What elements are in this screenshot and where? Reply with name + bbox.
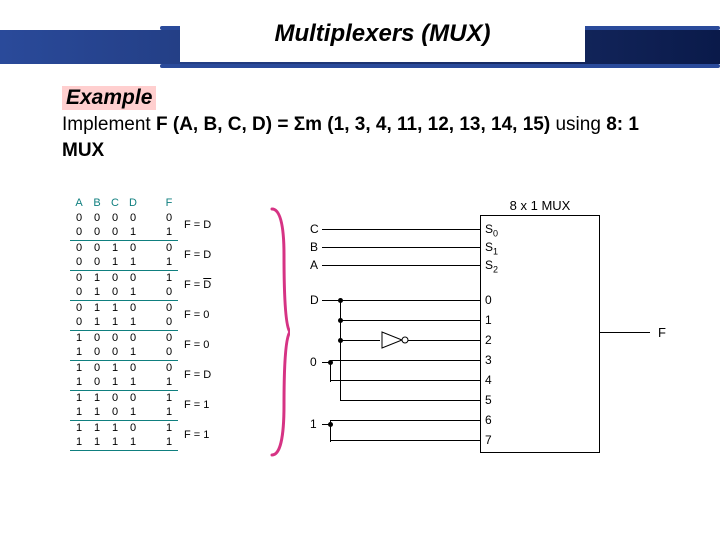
wire-B — [322, 247, 480, 248]
grouping-brace-icon — [270, 205, 290, 459]
mux-pin-7: 7 — [485, 433, 492, 447]
mux-pin-0: 0 — [485, 293, 492, 307]
sel-input-B: B — [310, 240, 318, 254]
example-heading: Example — [62, 86, 156, 110]
wire-C — [322, 229, 480, 230]
wire-1-7 — [330, 440, 480, 441]
mux-pin-1: 1 — [485, 313, 492, 327]
mux-pin-4: 4 — [485, 373, 492, 387]
wire-D-0 — [322, 300, 480, 301]
mux-pin-3: 3 — [485, 353, 492, 367]
stmt-func: F (A, B, C, D) = Σm (1, 3, 4, 11, 12, 13… — [156, 114, 550, 135]
wire-0-3 — [330, 360, 480, 361]
truth-table: A B C D F 00000F = D0001100100F = D00111… — [70, 195, 218, 451]
tt-row: 00000F = D — [70, 210, 218, 225]
header-line-bottom — [160, 64, 720, 68]
node-1 — [328, 422, 333, 427]
mux-circuit: 8 x 1 MUX C B A S0 S1 S2 D 0 — [300, 195, 700, 475]
problem-statement: Implement F (A, B, C, D) = Σm (1, 3, 4, … — [62, 112, 662, 163]
wire-D-to-not — [340, 340, 380, 341]
tt-h-B: B — [88, 195, 106, 210]
node-0 — [328, 360, 333, 365]
wire-D-5 — [340, 400, 480, 401]
tt-h-C: C — [106, 195, 124, 210]
tt-row: 10100F = D — [70, 360, 218, 375]
tt-row: 00100F = D — [70, 240, 218, 255]
tt-h-F: F — [160, 195, 178, 210]
data-input-1: 1 — [310, 417, 317, 431]
node-D-2 — [338, 338, 343, 343]
diagram-area: A B C D F 00000F = D0001100100F = D00111… — [70, 195, 690, 495]
wire-A — [322, 265, 480, 266]
mux-title: 8 x 1 MUX — [480, 198, 600, 213]
data-input-0: 0 — [310, 355, 317, 369]
tt-row: 01100F = 0 — [70, 300, 218, 315]
node-D-top — [338, 298, 343, 303]
wire-Dbar-2 — [408, 340, 480, 341]
tt-row: 10000F = 0 — [70, 330, 218, 345]
output-label-F: F — [658, 325, 666, 340]
slide-title: Multiplexers (MUX) — [180, 6, 585, 62]
stmt-using: using — [550, 114, 606, 135]
tt-row: 01001F = D — [70, 270, 218, 285]
mux-pin-S0: S0 — [485, 222, 498, 238]
tt-h-spacer — [142, 195, 160, 210]
wire-F — [600, 332, 650, 333]
wire-D-branch-v — [340, 300, 341, 400]
sel-input-A: A — [310, 258, 318, 272]
wire-0-4 — [330, 380, 480, 381]
mux-pin-S2: S2 — [485, 258, 498, 274]
mux-pin-5: 5 — [485, 393, 492, 407]
node-D-1 — [338, 318, 343, 323]
mux-pin-S1: S1 — [485, 240, 498, 256]
tt-h-pair — [178, 195, 218, 210]
tt-h-A: A — [70, 195, 88, 210]
tt-row: 11101F = 1 — [70, 420, 218, 435]
tt-row: 11001F = 1 — [70, 390, 218, 405]
mux-pin-2: 2 — [485, 333, 492, 347]
mux-pin-6: 6 — [485, 413, 492, 427]
tt-header-row: A B C D F — [70, 195, 218, 210]
slide-body: Example Implement F (A, B, C, D) = Σm (1… — [62, 86, 662, 163]
tt-h-D: D — [124, 195, 142, 210]
not-gate-icon — [380, 330, 410, 350]
wire-D-1 — [340, 320, 480, 321]
stmt-prefix: Implement — [62, 114, 156, 135]
sel-input-C: C — [310, 222, 319, 236]
data-input-D: D — [310, 293, 319, 307]
wire-1-6 — [330, 420, 480, 421]
